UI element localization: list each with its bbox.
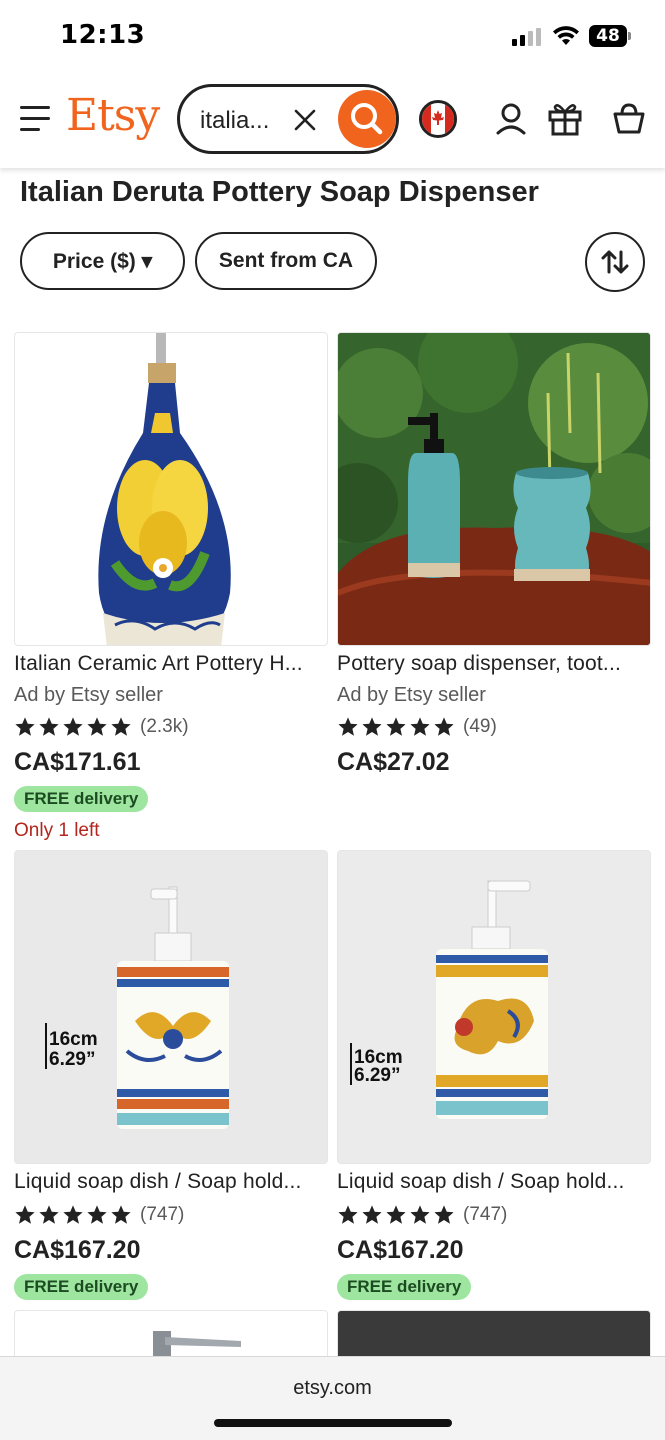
star-icon: [386, 717, 406, 736]
price-filter-button[interactable]: Price ($) ▾: [20, 232, 185, 290]
ceramic-bottle-image: [98, 333, 231, 645]
ad-label: Ad by Etsy seller: [14, 684, 163, 706]
free-delivery-badge: FREE delivery: [14, 1274, 149, 1300]
soap-dispenser-image: 16cm 6.29”: [15, 851, 327, 1163]
review-count: (2.3k): [140, 716, 189, 737]
battery-tip: [628, 32, 631, 40]
search-field[interactable]: italia...: [177, 84, 399, 154]
review-count: (747): [140, 1204, 185, 1225]
ad-label: Ad by Etsy seller: [337, 684, 486, 706]
star-icon: [362, 717, 382, 736]
sort-icon: [601, 250, 629, 274]
search-icon: [351, 103, 383, 135]
etsy-logo[interactable]: Etsy: [66, 90, 160, 141]
free-delivery-badge: FREE delivery: [337, 1274, 472, 1300]
star-icon: [15, 717, 35, 736]
cellular-signal-icon: [512, 28, 542, 46]
url-text[interactable]: etsy.com: [0, 1377, 665, 1400]
rating: (2.3k): [14, 714, 328, 740]
star-icon: [362, 1205, 382, 1224]
star-icon: [434, 717, 454, 736]
star-icon: [434, 1205, 454, 1224]
listing-image[interactable]: [14, 332, 328, 646]
rating: (747): [337, 1202, 651, 1228]
canada-flag-icon[interactable]: [419, 100, 457, 138]
height-inch-label: 6.29”: [354, 1065, 400, 1086]
rating: (49): [337, 714, 651, 740]
listing-price: CA$167.20: [337, 1236, 464, 1264]
listing-title[interactable]: Liquid soap dish / Soap hold...: [14, 1170, 328, 1196]
clear-search-icon[interactable]: [294, 109, 316, 131]
star-icon: [338, 717, 358, 736]
wifi-icon: [553, 26, 579, 45]
star-icon: [87, 717, 107, 736]
top-nav: Etsy italia...: [0, 72, 665, 168]
star-icon: [111, 717, 131, 736]
status-time: 12:13: [60, 20, 146, 50]
star-icon: [111, 1205, 131, 1224]
listing-card[interactable]: Italian Ceramic Art Pottery H... Ad by E…: [14, 332, 328, 842]
listing-title[interactable]: Pottery soap dispenser, toot...: [337, 652, 651, 678]
gift-icon[interactable]: [547, 100, 583, 136]
star-rating: [14, 1204, 132, 1226]
height-cm-label: 16cm: [49, 1029, 98, 1050]
star-icon: [15, 1205, 35, 1224]
listing-price: CA$167.20: [14, 1236, 141, 1264]
free-delivery-badge: FREE delivery: [14, 786, 149, 812]
star-rating: [337, 1204, 455, 1226]
star-icon: [39, 717, 59, 736]
status-bar: 12:13 48: [0, 0, 665, 72]
star-icon: [386, 1205, 406, 1224]
listing-title[interactable]: Liquid soap dish / Soap hold...: [337, 1170, 651, 1196]
star-icon: [39, 1205, 59, 1224]
hamburger-menu-icon[interactable]: [20, 106, 50, 132]
page-title: Italian Deruta Pottery Soap Dispenser: [20, 176, 539, 208]
review-count: (747): [463, 1204, 508, 1225]
soap-dispenser-image: 16cm 6.29”: [338, 851, 650, 1163]
sort-button[interactable]: [585, 232, 645, 292]
listing-title[interactable]: Italian Ceramic Art Pottery H...: [14, 652, 328, 678]
cart-icon[interactable]: [611, 100, 647, 136]
star-icon: [410, 1205, 430, 1224]
listing-price: CA$171.61: [14, 748, 141, 776]
home-indicator[interactable]: [214, 1419, 452, 1427]
listing-image[interactable]: 16cm 6.29”: [337, 850, 651, 1164]
star-icon: [63, 1205, 83, 1224]
listing-card[interactable]: 16cm 6.29” Liquid soap dish / Soap hold.…: [14, 850, 328, 1300]
star-rating: [14, 716, 132, 738]
search-input[interactable]: italia...: [200, 107, 269, 135]
pottery-dispenser-image: [338, 333, 650, 645]
listing-card[interactable]: Pottery soap dispenser, toot... Ad by Et…: [337, 332, 651, 778]
sent-from-filter-button[interactable]: Sent from CA: [195, 232, 377, 290]
listing-price: CA$27.02: [337, 748, 450, 776]
review-count: (49): [463, 716, 497, 737]
listing-image[interactable]: [337, 332, 651, 646]
search-button[interactable]: [338, 90, 396, 148]
height-inch-label: 6.29”: [49, 1049, 95, 1070]
browser-address-bar[interactable]: etsy.com: [0, 1356, 665, 1440]
star-rating: [337, 716, 455, 738]
listing-card[interactable]: 16cm 6.29” Liquid soap dish / Soap hold.…: [337, 850, 651, 1300]
account-icon[interactable]: [493, 100, 529, 136]
star-icon: [87, 1205, 107, 1224]
star-icon: [338, 1205, 358, 1224]
star-icon: [410, 717, 430, 736]
star-icon: [63, 717, 83, 736]
rating: (747): [14, 1202, 328, 1228]
listing-image[interactable]: 16cm 6.29”: [14, 850, 328, 1164]
stock-notice: Only 1 left: [14, 820, 100, 841]
battery-level: 48: [589, 25, 627, 47]
